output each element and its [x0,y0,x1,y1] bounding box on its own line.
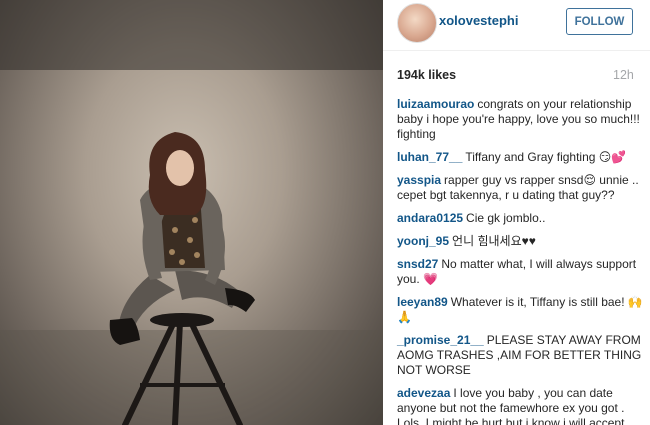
username-link[interactable]: xolovestephi [439,13,518,28]
comment-text: Cie gk jomblo.. [466,211,546,225]
comment-item: leeyan89 Whatever is it, Tiffany is still… [397,295,645,325]
comments-list: luizaamourao congrats on your relationshi… [397,97,645,425]
comment-username[interactable]: snsd27 [397,257,438,271]
comment-username[interactable]: yasspia [397,173,441,187]
avatar[interactable] [397,3,437,43]
comment-item: yoonj_95 언니 힘내세요♥♥ [397,234,645,249]
comment-item: yasspia rapper guy vs rapper snsd😌 unnie … [397,173,645,203]
comment-item: andara0125 Cie gk jomblo.. [397,211,645,226]
comment-text: Tiffany and Gray fighting 😏💕 [465,150,627,164]
likes-count[interactable]: 194k likes [397,68,456,82]
comment-username[interactable]: _promise_21__ [397,333,484,347]
comment-username[interactable]: luizaamourao [397,97,474,111]
comment-username[interactable]: luhan_77__ [397,150,462,164]
comment-username[interactable]: adevezaa [397,386,450,400]
comment-username[interactable]: andara0125 [397,211,463,225]
comment-item: snsd27 No matter what, I will always supp… [397,257,645,287]
comment-username[interactable]: yoonj_95 [397,234,449,248]
photo-illustration [0,0,383,425]
follow-button[interactable]: FOLLOW [566,8,633,35]
post-header: xolovestephi FOLLOW [383,0,650,51]
comment-item: luizaamourao congrats on your relationshi… [397,97,645,142]
comment-item: luhan_77__ Tiffany and Gray fighting 😏💕 [397,150,645,165]
post-photo[interactable] [0,0,383,425]
comment-username[interactable]: leeyan89 [397,295,448,309]
comment-text: 언니 힘내세요♥♥ [452,234,536,248]
post-sidebar: xolovestephi FOLLOW 194k likes 12h luiza… [383,0,650,425]
post-time: 12h [613,68,634,82]
comment-item: adevezaa I love you baby , you can date a… [397,386,645,425]
comment-item: _promise_21__ PLEASE STAY AWAY FROM AOMG … [397,333,645,378]
